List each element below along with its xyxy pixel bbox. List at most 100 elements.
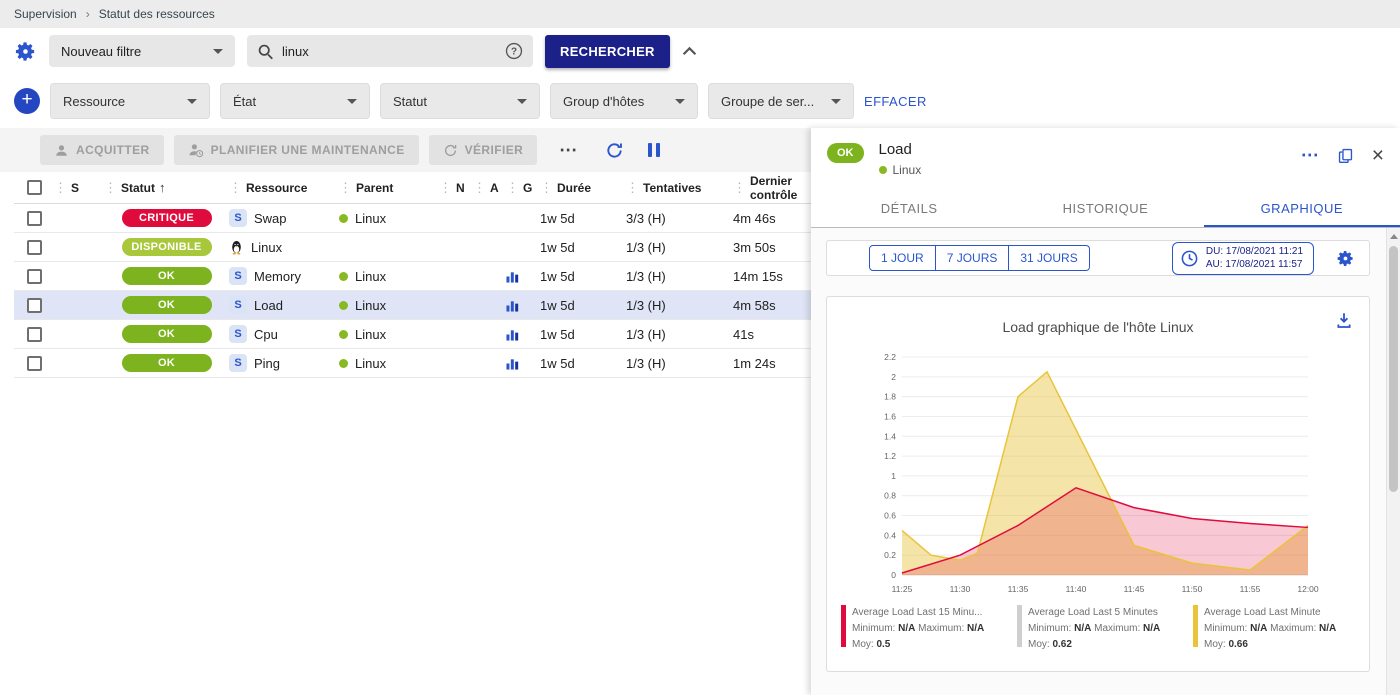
service-type-icon: S (229, 354, 247, 372)
parent-name[interactable]: Linux (355, 327, 386, 342)
copy-link-icon[interactable] (1337, 147, 1354, 164)
panel-more-actions-icon[interactable]: ⋯ (1301, 145, 1319, 166)
help-icon[interactable]: ? (505, 42, 523, 60)
column-header-parent[interactable]: ⋮Parent (339, 180, 439, 196)
tab-graph[interactable]: GRAPHIQUE (1204, 190, 1400, 227)
search-input[interactable] (282, 44, 497, 59)
column-kebab-icon[interactable]: ⋮ (229, 180, 242, 196)
set-downtime-button[interactable]: PLANIFIER UNE MAINTENANCE (174, 135, 419, 165)
resource-name[interactable]: Load (254, 298, 283, 313)
range-31-days-button[interactable]: 31 JOURS (1009, 245, 1089, 271)
range-1-day-button[interactable]: 1 JOUR (869, 245, 936, 271)
resource-row[interactable]: OKSLoadLinux1w 5d1/3 (H)4m 58s (14, 291, 811, 320)
chevron-down-icon (347, 99, 357, 104)
resource-name[interactable]: Cpu (254, 327, 278, 342)
resource-name[interactable]: Linux (251, 240, 282, 255)
criteria-resource-select[interactable]: Ressource (50, 83, 210, 119)
legend-series-name: Average Load Last 5 Minutes (1028, 605, 1160, 621)
service-type-icon: S (229, 325, 247, 343)
parent-name[interactable]: Linux (355, 211, 386, 226)
svg-text:1.6: 1.6 (884, 411, 896, 421)
resource-name[interactable]: Swap (254, 211, 287, 226)
refresh-icon[interactable] (605, 141, 624, 160)
graph-icon[interactable] (506, 357, 519, 370)
search-button[interactable]: RECHERCHER (545, 35, 670, 68)
last-check-cell: 4m 58s (733, 298, 811, 313)
select-all-checkbox[interactable] (27, 180, 42, 195)
legend-item[interactable]: Average Load Last MinuteMinimum: N/A Max… (1193, 605, 1355, 653)
column-kebab-icon[interactable]: ⋮ (540, 180, 553, 196)
breadcrumb-supervision[interactable]: Supervision (14, 7, 77, 21)
custom-period-button[interactable]: DU: 17/08/2021 11:21 AU: 17/08/2021 11:5… (1172, 242, 1314, 275)
graph-icon[interactable] (506, 328, 519, 341)
parent-name[interactable]: Linux (355, 356, 386, 371)
saved-filter-select[interactable]: Nouveau filtre (49, 35, 235, 67)
column-kebab-icon[interactable]: ⋮ (54, 180, 67, 196)
tab-details[interactable]: DÉTAILS (811, 190, 1007, 227)
panel-parent-name[interactable]: Linux (893, 163, 922, 177)
more-actions-icon[interactable]: ⋯ (559, 140, 577, 161)
table-header: ⋮S ⋮Statut↑ ⋮Ressource ⋮Parent ⋮N ⋮A ⋮G … (14, 172, 811, 204)
criteria-servicegroup-select[interactable]: Groupe de ser... (708, 83, 854, 119)
row-checkbox[interactable] (27, 240, 42, 255)
column-header-duration[interactable]: ⋮Durée (540, 180, 626, 196)
legend-item[interactable]: Average Load Last 5 MinutesMinimum: N/A … (1017, 605, 1179, 653)
chevron-down-icon (517, 99, 527, 104)
resource-name[interactable]: Memory (254, 269, 301, 284)
criteria-status-select[interactable]: Statut (380, 83, 540, 119)
duration-cell: 1w 5d (540, 269, 626, 284)
row-checkbox[interactable] (27, 269, 42, 284)
column-header-notes[interactable]: ⋮N (439, 180, 473, 196)
row-checkbox[interactable] (27, 327, 42, 342)
resource-row[interactable]: OKSCpuLinux1w 5d1/3 (H)41s (14, 320, 811, 349)
row-checkbox[interactable] (27, 298, 42, 313)
tab-history[interactable]: HISTORIQUE (1007, 190, 1203, 227)
check-button[interactable]: VÉRIFIER (429, 135, 538, 165)
filter-settings-gear-icon[interactable] (14, 40, 37, 63)
period-from: DU: 17/08/2021 11:21 (1206, 245, 1303, 259)
column-header-graph[interactable]: ⋮G (506, 180, 540, 196)
range-7-days-button[interactable]: 7 JOURS (936, 245, 1010, 271)
column-kebab-icon[interactable]: ⋮ (339, 180, 352, 196)
pause-autorefresh-icon[interactable] (648, 143, 660, 157)
legend-item[interactable]: Average Load Last 15 Minu...Minimum: N/A… (841, 605, 1003, 653)
add-criteria-icon[interactable]: + (14, 88, 40, 114)
resource-row[interactable]: CRITIQUESSwapLinux1w 5d3/3 (H)4m 46s (14, 204, 811, 233)
svg-text:11:30: 11:30 (950, 584, 971, 594)
column-header-last-check[interactable]: ⋮Dernier contrôle (733, 174, 811, 202)
resource-row[interactable]: DISPONIBLELinux1w 5d1/3 (H)3m 50s (14, 233, 811, 262)
resource-row[interactable]: OKSMemoryLinux1w 5d1/3 (H)14m 15s (14, 262, 811, 291)
column-header-tries[interactable]: ⋮Tentatives (626, 180, 733, 196)
column-header-severity[interactable]: ⋮S (54, 180, 104, 196)
resource-row[interactable]: OKSPingLinux1w 5d1/3 (H)1m 24s (14, 349, 811, 378)
scroll-up-arrow-icon[interactable] (1387, 228, 1400, 244)
resource-name[interactable]: Ping (254, 356, 280, 371)
column-kebab-icon[interactable]: ⋮ (104, 180, 117, 196)
breadcrumb-resource-status[interactable]: Statut des ressources (99, 7, 215, 21)
criteria-state-select[interactable]: État (220, 83, 370, 119)
scrollbar-thumb[interactable] (1389, 246, 1398, 492)
graph-icon[interactable] (506, 270, 519, 283)
criteria-hostgroup-select[interactable]: Group d'hôtes (550, 83, 698, 119)
column-kebab-icon[interactable]: ⋮ (439, 180, 452, 196)
criteria-resource-label: Ressource (63, 94, 125, 109)
clear-filters-button[interactable]: EFFACER (864, 94, 927, 109)
acknowledge-button[interactable]: ACQUITTER (40, 135, 164, 165)
graph-icon[interactable] (506, 299, 519, 312)
column-kebab-icon[interactable]: ⋮ (506, 180, 519, 196)
close-panel-icon[interactable]: × (1372, 145, 1384, 166)
column-header-status[interactable]: ⋮Statut↑ (104, 180, 229, 196)
column-kebab-icon[interactable]: ⋮ (473, 180, 486, 196)
column-kebab-icon[interactable]: ⋮ (626, 180, 639, 196)
row-checkbox[interactable] (27, 211, 42, 226)
column-kebab-icon[interactable]: ⋮ (733, 180, 746, 196)
parent-name[interactable]: Linux (355, 269, 386, 284)
collapse-filters-chevron-up-icon[interactable] (682, 46, 697, 56)
panel-scrollbar[interactable] (1386, 228, 1400, 695)
column-header-resource[interactable]: ⋮Ressource (229, 180, 339, 196)
parent-name[interactable]: Linux (355, 298, 386, 313)
graph-settings-gear-icon[interactable] (1336, 249, 1355, 268)
download-graph-icon[interactable] (1335, 311, 1353, 334)
column-header-action[interactable]: ⋮A (473, 180, 506, 196)
row-checkbox[interactable] (27, 356, 42, 371)
